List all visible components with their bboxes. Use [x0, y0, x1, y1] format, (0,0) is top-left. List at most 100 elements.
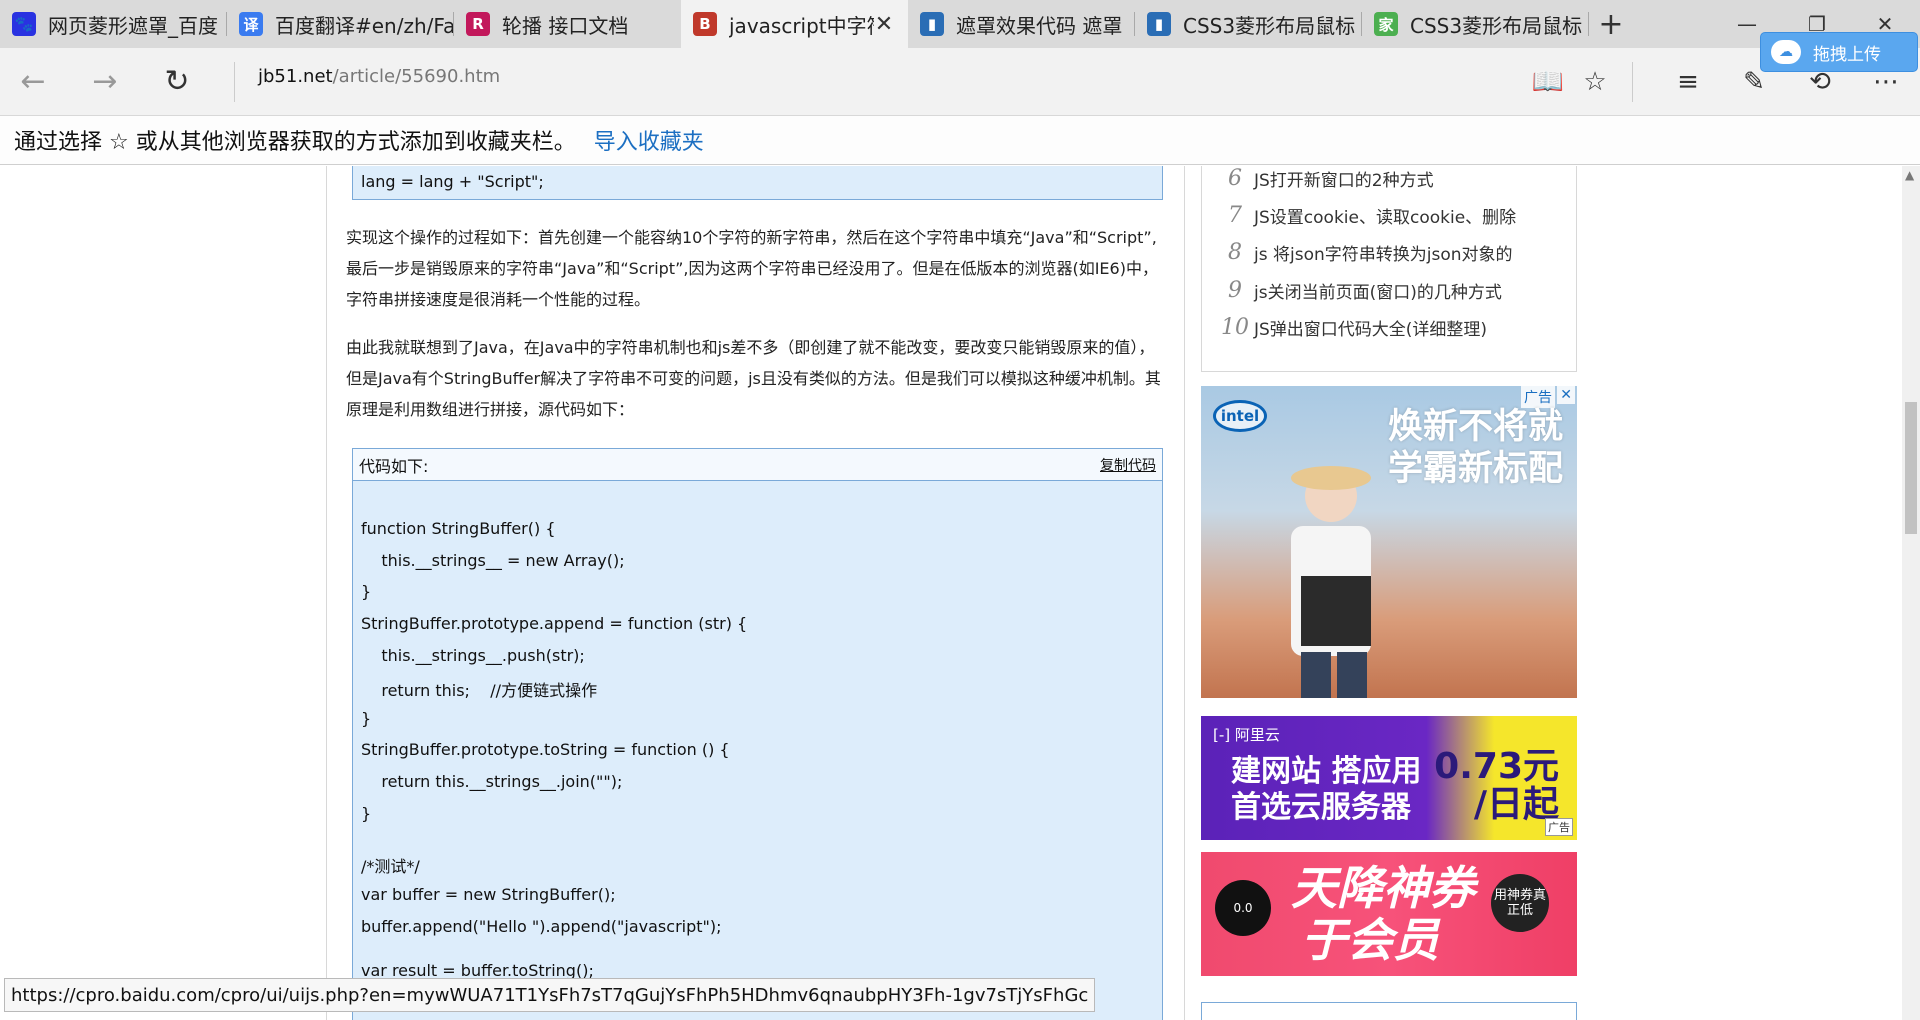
tab-label: CSS3菱形布局鼠标	[1183, 13, 1356, 38]
back-icon[interactable]: ←	[8, 58, 58, 104]
list-item[interactable]: 7 JS设置cookie、读取cookie、删除	[1216, 203, 1516, 228]
ad-badge: 用神券真正低	[1491, 874, 1549, 932]
url-field[interactable]: jb51.net/article/55690.htm	[258, 66, 500, 87]
tab[interactable]: ▮ 遮罩效果代码 遮罩	[908, 0, 1135, 48]
code-line: return this; //方便链式操作	[361, 681, 598, 700]
ad-slogan-line: 学霸新标配	[1387, 449, 1563, 489]
ad-price-line: 0.73元	[1434, 746, 1559, 787]
item-link[interactable]: JS打开新窗口的2种方式	[1254, 166, 1434, 191]
item-number: 10	[1221, 315, 1249, 340]
tab-label: 轮播 接口文档	[502, 13, 629, 38]
code-header: 代码如下: 复制代码	[353, 449, 1162, 481]
code-line: }	[361, 582, 372, 601]
tab[interactable]: 译 百度翻译#en/zh/Fa	[227, 0, 454, 48]
address-bar: ← → ↻ jb51.net/article/55690.htm 📖 ☆ ≡ ✎…	[0, 48, 1920, 115]
code-line: this.__strings__ = new Array();	[361, 551, 625, 570]
code-line: buffer.append("Hello ").append("javascri…	[361, 917, 722, 936]
copy-code-link[interactable]: 复制代码	[1100, 455, 1156, 475]
ad-price: 0.73元 /日起	[1434, 748, 1559, 824]
list-item[interactable]: 9 js关闭当前页面(窗口)的几种方式	[1216, 278, 1502, 303]
ad-headline-line: 建网站 搭应用	[1231, 754, 1422, 789]
translate-icon: 译	[239, 12, 263, 36]
taobao-ad[interactable]: 0.0 天降神券 于会员 用神券真正低	[1201, 852, 1577, 976]
ad-headline-line: 于会员	[1301, 913, 1439, 967]
tab-active[interactable]: B javascript中字符 ✕	[681, 0, 908, 48]
ad-slogan-line: 焕新不将就	[1387, 407, 1563, 447]
import-favorites-link[interactable]: 导入收藏夹	[594, 124, 704, 156]
page-scrollbar[interactable]: ▲	[1902, 166, 1920, 1020]
tab[interactable]: 家 CSS3菱形布局鼠标	[1362, 0, 1589, 48]
tab[interactable]: R 轮播 接口文档	[454, 0, 681, 48]
favorites-hint-bar: 通过选择 ☆ 或从其他浏览器获取的方式添加到收藏夹栏。 导入收藏夹	[0, 115, 1920, 165]
item-link[interactable]: js 将json字符串转换为json对象的	[1254, 240, 1513, 265]
new-tab-button[interactable]: +	[1589, 0, 1633, 48]
url-path: /article/55690.htm	[332, 66, 501, 87]
hub-icon[interactable]: ≡	[1668, 62, 1708, 102]
related-articles-list: 6 JS打开新窗口的2种方式 7 JS设置cookie、读取cookie、删除 …	[1201, 166, 1577, 372]
ad-headline-line: 天降神券	[1291, 861, 1475, 915]
jb51-logo-icon: B	[693, 12, 717, 36]
article-paragraph: 实现这个操作的过程如下：首先创建一个能容纳10个字符的新字符串，然后在这个字符串…	[346, 228, 1158, 309]
intel-ad[interactable]: intel 广告 ✕ 焕新不将就 学霸新标配	[1201, 386, 1577, 698]
tab-label: 网页菱形遮罩_百度	[48, 13, 218, 38]
site-logo-icon: ▮	[1147, 12, 1171, 36]
item-number: 8	[1228, 240, 1242, 265]
code-line: /*测试*/	[361, 857, 420, 876]
code-line: }	[361, 709, 372, 728]
code-line: this.__strings__.push(str);	[361, 646, 585, 665]
code-line: function StringBuffer() {	[361, 519, 556, 538]
favorites-hint-text: 通过选择 ☆ 或从其他浏览器获取的方式添加到收藏夹栏。	[14, 130, 576, 155]
ad-tag: 广告	[1521, 386, 1555, 408]
code-line: }	[361, 804, 372, 823]
code-line: var buffer = new StringBuffer();	[361, 885, 616, 904]
scroll-thumb[interactable]	[1905, 402, 1917, 534]
cloud-icon: ☁	[1771, 40, 1801, 64]
favorite-star-icon[interactable]: ☆	[1575, 62, 1615, 102]
item-link[interactable]: js关闭当前页面(窗口)的几种方式	[1254, 278, 1502, 303]
tab[interactable]: 🐾 网页菱形遮罩_百度	[0, 0, 227, 48]
page-content: lang = lang + "Script"; 实现这个操作的过程如下：首先创建…	[0, 166, 1902, 1020]
tmall-cat-icon: 0.0	[1215, 880, 1271, 936]
r-logo-icon: R	[466, 12, 490, 36]
tab-label: 遮罩效果代码 遮罩	[956, 13, 1123, 38]
ad-headline: 建网站 搭应用 首选云服务器	[1231, 754, 1421, 826]
ad-person-image	[1291, 466, 1371, 698]
refresh-icon[interactable]: ↻	[152, 58, 202, 104]
code-line: StringBuffer.prototype.append = function…	[361, 614, 748, 633]
code-line: StringBuffer.prototype.toString = functi…	[361, 740, 730, 759]
sidebar-box	[1201, 1002, 1577, 1020]
item-number: 7	[1228, 203, 1242, 228]
item-link[interactable]: JS弹出窗口代码大全(详细整理)	[1254, 315, 1487, 340]
ad-close-icon[interactable]: ✕	[1557, 386, 1575, 404]
tab[interactable]: ▮ CSS3菱形布局鼠标	[1135, 0, 1362, 48]
code-line: return this.__strings__.join("");	[361, 772, 623, 791]
ad-headline: 天降神券 于会员	[1291, 862, 1475, 966]
ad-tag: 广告	[1545, 818, 1573, 836]
code-header-label: 代码如下:	[359, 456, 429, 476]
tab-bar: 🐾 网页菱形遮罩_百度 译 百度翻译#en/zh/Fa R 轮播 接口文档 B …	[0, 0, 1920, 48]
list-item[interactable]: 10 JS弹出窗口代码大全(详细整理)	[1216, 315, 1487, 340]
forward-icon[interactable]: →	[80, 58, 130, 104]
item-number: 6	[1228, 166, 1242, 191]
status-bar-url: https://cpro.baidu.com/cpro/ui/uijs.php?…	[4, 978, 1096, 1012]
url-host: jb51.net	[258, 66, 333, 87]
intel-logo: intel	[1213, 400, 1267, 432]
drag-upload-button[interactable]: ☁ 拖拽上传	[1760, 32, 1918, 72]
tab-label: javascript中字符	[729, 13, 874, 38]
close-tab-icon[interactable]: ✕	[874, 12, 894, 37]
ad-slogan: 焕新不将就 学霸新标配	[1388, 406, 1563, 490]
item-number: 9	[1228, 278, 1242, 303]
scroll-up-icon[interactable]: ▲	[1905, 168, 1914, 182]
reading-view-icon[interactable]: 📖	[1528, 62, 1568, 102]
code-block-tail: lang = lang + "Script";	[352, 166, 1163, 200]
tab-label: 百度翻译#en/zh/Fa	[275, 13, 454, 38]
article-paragraph: 由此我就联想到了Java，在Java中的字符串机制也和js差不多（即创建了就不能…	[346, 338, 1161, 419]
baidu-paw-icon: 🐾	[12, 12, 36, 36]
item-link[interactable]: JS设置cookie、读取cookie、删除	[1254, 203, 1516, 228]
code-block: 代码如下: 复制代码 function StringBuffer() { thi…	[352, 448, 1163, 1020]
tab-label: CSS3菱形布局鼠标	[1410, 13, 1583, 38]
ad-price-line: /日起	[1473, 784, 1559, 825]
aliyun-ad[interactable]: [-] 阿里云 建网站 搭应用 首选云服务器 0.73元 /日起 广告	[1201, 716, 1577, 840]
list-item[interactable]: 6 JS打开新窗口的2种方式	[1216, 166, 1434, 191]
list-item[interactable]: 8 js 将json字符串转换为json对象的	[1216, 240, 1513, 265]
